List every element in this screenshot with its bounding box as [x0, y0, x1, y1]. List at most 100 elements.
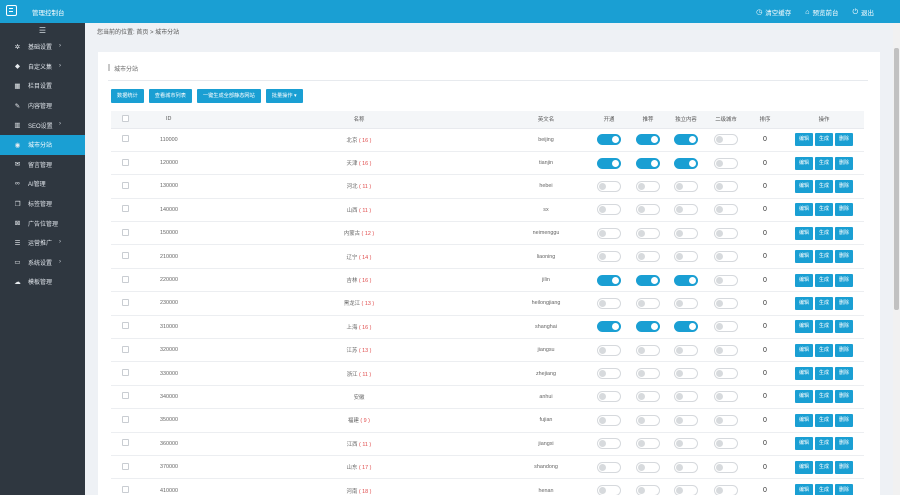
edit-button[interactable]: 编辑	[795, 226, 813, 240]
city-name[interactable]: 辽宁	[347, 255, 358, 261]
independent-toggle[interactable]	[674, 321, 698, 333]
sidebar-item-11[interactable]: ▭ 系统设置 ›	[0, 253, 85, 273]
independent-toggle[interactable]	[674, 485, 698, 495]
open-toggle[interactable]	[597, 414, 621, 426]
independent-toggle[interactable]	[674, 297, 698, 309]
row-checkbox[interactable]	[121, 252, 129, 260]
city-name[interactable]: 吉林	[347, 278, 358, 284]
generate-button[interactable]: 生成	[815, 296, 833, 310]
recommend-toggle[interactable]	[636, 344, 660, 356]
edit-button[interactable]: 编辑	[795, 390, 813, 404]
independent-toggle[interactable]	[674, 344, 698, 356]
city-name[interactable]: 河北	[347, 184, 358, 190]
second-city-toggle[interactable]	[714, 227, 738, 239]
row-checkbox[interactable]	[121, 228, 129, 236]
row-checkbox[interactable]	[121, 181, 129, 189]
edit-button[interactable]: 编辑	[795, 484, 813, 495]
second-city-toggle[interactable]	[714, 485, 738, 495]
open-toggle[interactable]	[597, 180, 621, 192]
delete-button[interactable]: 删除	[835, 133, 853, 147]
edit-button[interactable]: 编辑	[795, 156, 813, 170]
city-list-button[interactable]: 查看城市列表	[148, 89, 192, 103]
open-toggle[interactable]	[597, 227, 621, 239]
edit-button[interactable]: 编辑	[795, 203, 813, 217]
generate-button[interactable]: 生成	[815, 273, 833, 287]
open-toggle[interactable]	[597, 251, 621, 263]
open-toggle[interactable]	[597, 461, 621, 473]
sidebar-item-8[interactable]: ❐ 标签管理	[0, 194, 85, 214]
recommend-toggle[interactable]	[636, 368, 660, 380]
delete-button[interactable]: 删除	[835, 179, 853, 193]
independent-toggle[interactable]	[674, 204, 698, 216]
row-checkbox[interactable]	[121, 345, 129, 353]
sidebar-item-12[interactable]: ☁ 模板管理	[0, 272, 85, 292]
row-checkbox[interactable]	[121, 392, 129, 400]
select-all-checkbox[interactable]	[121, 114, 129, 122]
clear-cache-button[interactable]: ◷ 清空缓存	[756, 7, 791, 18]
second-city-toggle[interactable]	[714, 180, 738, 192]
generate-button[interactable]: 生成	[815, 320, 833, 334]
generate-button[interactable]: 生成	[815, 133, 833, 147]
second-city-toggle[interactable]	[714, 461, 738, 473]
city-name[interactable]: 浙江	[347, 372, 358, 378]
open-toggle[interactable]	[597, 344, 621, 356]
delete-button[interactable]: 删除	[835, 320, 853, 334]
row-checkbox[interactable]	[121, 462, 129, 470]
edit-button[interactable]: 编辑	[795, 250, 813, 264]
city-name[interactable]: 山东	[347, 465, 358, 471]
delete-button[interactable]: 删除	[835, 273, 853, 287]
open-toggle[interactable]	[597, 321, 621, 333]
second-city-toggle[interactable]	[714, 134, 738, 146]
edit-button[interactable]: 编辑	[795, 320, 813, 334]
delete-button[interactable]: 删除	[835, 343, 853, 357]
second-city-toggle[interactable]	[714, 368, 738, 380]
row-checkbox[interactable]	[121, 275, 129, 283]
city-name[interactable]: 上海	[347, 325, 358, 331]
edit-button[interactable]: 编辑	[795, 343, 813, 357]
second-city-toggle[interactable]	[714, 251, 738, 263]
independent-toggle[interactable]	[674, 251, 698, 263]
open-toggle[interactable]	[597, 204, 621, 216]
sidebar-item-0[interactable]: ✲ 基础设置 ›	[0, 37, 85, 57]
independent-toggle[interactable]	[674, 134, 698, 146]
second-city-toggle[interactable]	[714, 344, 738, 356]
generate-button[interactable]: 生成	[815, 460, 833, 474]
generate-button[interactable]: 生成	[815, 367, 833, 381]
generate-button[interactable]: 生成	[815, 156, 833, 170]
independent-toggle[interactable]	[674, 157, 698, 169]
generate-button[interactable]: 生成	[815, 390, 833, 404]
row-checkbox[interactable]	[121, 158, 129, 166]
city-name[interactable]: 黑龙江	[344, 301, 360, 307]
recommend-toggle[interactable]	[636, 391, 660, 403]
menu-icon[interactable]: ☰	[0, 23, 85, 37]
sidebar-item-10[interactable]: ☰ 运营推广 ›	[0, 233, 85, 253]
city-name[interactable]: 北京	[347, 138, 358, 144]
recommend-toggle[interactable]	[636, 157, 660, 169]
delete-button[interactable]: 删除	[835, 367, 853, 381]
recommend-toggle[interactable]	[636, 204, 660, 216]
second-city-toggle[interactable]	[714, 204, 738, 216]
edit-button[interactable]: 编辑	[795, 133, 813, 147]
row-checkbox[interactable]	[121, 135, 129, 143]
row-checkbox[interactable]	[121, 205, 129, 213]
generate-button[interactable]: 生成	[815, 343, 833, 357]
generate-button[interactable]: 生成	[815, 250, 833, 264]
second-city-toggle[interactable]	[714, 297, 738, 309]
recommend-toggle[interactable]	[636, 485, 660, 495]
open-toggle[interactable]	[597, 368, 621, 380]
independent-toggle[interactable]	[674, 391, 698, 403]
recommend-toggle[interactable]	[636, 227, 660, 239]
city-name[interactable]: 山西	[347, 208, 358, 214]
open-toggle[interactable]	[597, 485, 621, 495]
edit-button[interactable]: 编辑	[795, 367, 813, 381]
delete-button[interactable]: 删除	[835, 484, 853, 495]
row-checkbox[interactable]	[121, 369, 129, 377]
independent-toggle[interactable]	[674, 414, 698, 426]
city-name[interactable]: 河南	[347, 489, 358, 495]
second-city-toggle[interactable]	[714, 438, 738, 450]
recommend-toggle[interactable]	[636, 297, 660, 309]
edit-button[interactable]: 编辑	[795, 437, 813, 451]
preview-site-button[interactable]: ⌂ 预览前台	[805, 7, 838, 18]
second-city-toggle[interactable]	[714, 414, 738, 426]
edit-button[interactable]: 编辑	[795, 460, 813, 474]
